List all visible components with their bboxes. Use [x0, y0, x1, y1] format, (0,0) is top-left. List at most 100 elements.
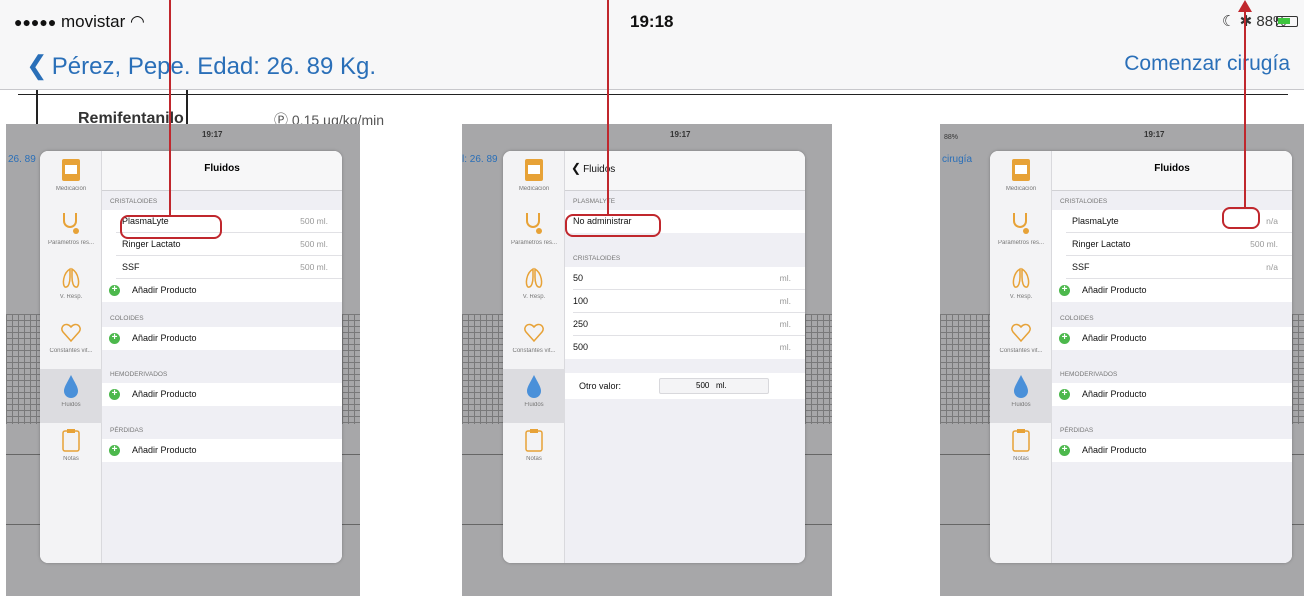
sidebar-item-parametros[interactable]: Parámetros res...	[40, 207, 102, 261]
add-product-label: Añadir Producto	[1082, 445, 1147, 455]
volume-option-50[interactable]: 50 ml.	[565, 267, 805, 290]
sidebar-item-medicacion[interactable]: Medicación	[503, 153, 565, 207]
start-surgery-button[interactable]: Comenzar cirugía	[1124, 52, 1290, 76]
fluid-name: Ringer Lactato	[1072, 239, 1131, 249]
wifi-icon: ◠	[129, 12, 145, 31]
section-header: PÉRDIDAS	[1060, 427, 1094, 434]
add-product-button[interactable]: + Añadir Producto	[102, 439, 342, 462]
screenshot-panel-fluids-list: 19:17 26. 89 Medicación Parámetros res..…	[6, 124, 360, 596]
status-bar: ●●●●● movistar ◠ 19:18 ☾ ✱ 88%	[0, 0, 1304, 42]
carrier-status: ●●●●● movistar ◠	[14, 12, 145, 32]
sidebar-item-fluidos[interactable]: Fluidos	[40, 369, 102, 423]
sidebar: Medicación Parámetros res... V. Resp. Co…	[990, 151, 1052, 563]
sidebar-item-constantes[interactable]: Constantes vit...	[40, 315, 102, 369]
fluid-volume: 500 ml.	[300, 216, 328, 226]
volume-option-500[interactable]: 500 ml.	[565, 336, 805, 359]
panel-time: 19:17	[1144, 130, 1165, 139]
sidebar-item-parametros[interactable]: Parámetros res...	[503, 207, 565, 261]
other-value-input[interactable]: 500 ml.	[659, 378, 769, 394]
drop-icon	[64, 375, 78, 398]
section-header: CRISTALOIDES	[1060, 198, 1108, 205]
add-product-button[interactable]: + Añadir Producto	[102, 383, 342, 406]
other-value-unit: ml.	[716, 381, 727, 390]
clipboard-icon	[1012, 429, 1030, 452]
add-product-label: Añadir Producto	[1082, 285, 1147, 295]
highlight-na-value	[1222, 207, 1260, 229]
volume-unit: ml.	[779, 342, 791, 352]
add-product-label: Añadir Producto	[1082, 389, 1147, 399]
volume-option-250[interactable]: 250 ml.	[565, 313, 805, 336]
fluid-row-ringer[interactable]: Ringer Lactato 500 ml.	[1052, 233, 1292, 256]
sidebar-item-notas[interactable]: Notas	[990, 423, 1052, 477]
patient-title: Pérez, Pepe. Edad: 26. 89 Kg.	[51, 53, 377, 80]
add-product-button[interactable]: + Añadir Producto	[1052, 439, 1292, 462]
volume-unit: ml.	[779, 319, 791, 329]
plus-icon: +	[109, 285, 120, 296]
plus-icon: +	[1059, 445, 1070, 456]
popover-header: Fluidos	[102, 151, 342, 191]
plus-icon: +	[1059, 389, 1070, 400]
section-header: COLOIDES	[110, 315, 144, 322]
add-product-button[interactable]: + Añadir Producto	[102, 279, 342, 302]
sidebar-item-label: Fluidos	[1011, 402, 1031, 408]
volume-value: 100	[573, 296, 589, 306]
sidebar-item-label: Parámetros res...	[510, 240, 557, 246]
plus-icon: +	[109, 333, 120, 344]
lungs-icon	[1012, 267, 1030, 288]
fluid-name: Ringer Lactato	[122, 239, 181, 249]
panel-partial-title: cirugía	[942, 154, 973, 165]
add-product-button[interactable]: + Añadir Producto	[1052, 383, 1292, 406]
fluids-content: Fluidos CRISTALOIDES PlasmaLyte 500 ml. …	[102, 151, 342, 563]
section-header: CRISTALOIDES	[573, 255, 621, 262]
sidebar-item-fluidos[interactable]: Fluidos	[990, 369, 1052, 423]
sidebar-item-notas[interactable]: Notas	[503, 423, 565, 477]
screenshot-panel-fluids-updated: 19:17 88% cirugía Medicación Parámetros …	[940, 124, 1304, 596]
add-product-label: Añadir Producto	[1082, 333, 1147, 343]
section-header: HEMODERIVADOS	[1060, 371, 1118, 378]
sidebar-item-parametros[interactable]: Parámetros res...	[990, 207, 1052, 261]
sidebar-item-label: V. Resp.	[522, 294, 546, 300]
navigation-bar: ❮ Pérez, Pepe. Edad: 26. 89 Kg. Comenzar …	[0, 42, 1304, 90]
sidebar-item-medicacion[interactable]: Medicación	[40, 153, 102, 207]
sidebar-item-label: Constantes vit...	[999, 348, 1043, 354]
back-button[interactable]: ❮ Pérez, Pepe. Edad: 26. 89 Kg.	[26, 50, 376, 81]
sidebar-item-medicacion[interactable]: Medicación	[990, 153, 1052, 207]
sidebar: Medicación Parámetros res... V. Resp. Co…	[40, 151, 102, 563]
sidebar: Medicación Parámetros res... V. Resp. Co…	[503, 151, 565, 563]
sidebar-item-notas[interactable]: Notas	[40, 423, 102, 477]
medication-icon	[1012, 159, 1030, 181]
fluids-popover: Medicación Parámetros res... V. Resp. Co…	[40, 151, 342, 563]
section-header: COLOIDES	[1060, 315, 1094, 322]
other-value-number: 500	[696, 381, 710, 390]
sidebar-item-label: Fluidos	[61, 402, 81, 408]
fluid-row-ssf[interactable]: SSF 500 ml.	[102, 256, 342, 279]
volume-option-100[interactable]: 100 ml.	[565, 290, 805, 313]
add-product-button[interactable]: + Añadir Producto	[102, 327, 342, 350]
panel-partial-title: l: 26. 89	[462, 154, 498, 165]
add-product-button[interactable]: + Añadir Producto	[1052, 327, 1292, 350]
carrier-label: movistar	[61, 12, 126, 31]
add-product-button[interactable]: + Añadir Producto	[1052, 279, 1292, 302]
heart-icon	[524, 323, 544, 343]
lungs-icon	[62, 267, 80, 288]
fluid-volume: 500 ml.	[1250, 239, 1278, 249]
sidebar-item-vresp[interactable]: V. Resp.	[40, 261, 102, 315]
fluid-row-ssf[interactable]: SSF n/a	[1052, 256, 1292, 279]
add-product-label: Añadir Producto	[132, 285, 197, 295]
sidebar-item-vresp[interactable]: V. Resp.	[503, 261, 565, 315]
volume-value: 500	[573, 342, 589, 352]
lungs-icon	[525, 267, 543, 288]
sidebar-item-constantes[interactable]: Constantes vit...	[503, 315, 565, 369]
volume-value: 50	[573, 273, 584, 283]
volume-value: 250	[573, 319, 589, 329]
chevron-left-icon: ❮	[26, 50, 48, 80]
heart-icon	[1011, 323, 1031, 343]
sidebar-item-label: Fluidos	[524, 402, 544, 408]
sidebar-item-label: Constantes vit...	[512, 348, 556, 354]
sidebar-item-fluidos[interactable]: Fluidos	[503, 369, 565, 423]
sidebar-item-vresp[interactable]: V. Resp.	[990, 261, 1052, 315]
moon-icon: ☾	[1222, 13, 1236, 30]
popover-header: Fluidos	[1052, 151, 1292, 191]
battery-icon	[1276, 16, 1298, 27]
sidebar-item-constantes[interactable]: Constantes vit...	[990, 315, 1052, 369]
